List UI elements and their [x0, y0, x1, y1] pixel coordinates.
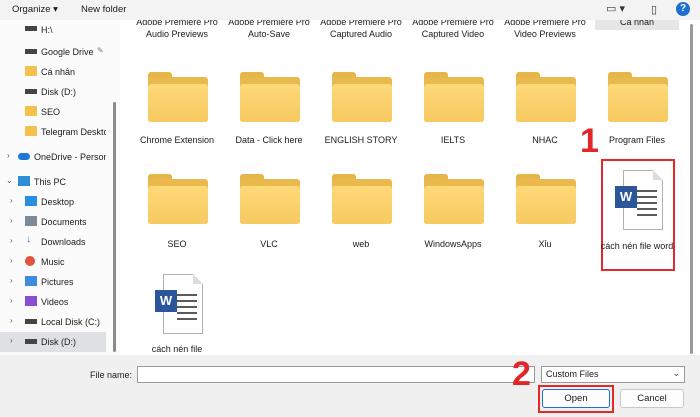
nav-item-this-pc[interactable]: ⌄ This PC [0, 172, 106, 192]
folder-icon [240, 72, 300, 122]
chevron-right-icon[interactable]: › [10, 256, 13, 265]
file-list: Adobe Premiere Pro Audio Previews Adobe … [120, 20, 685, 355]
download-icon: ↓ [26, 234, 31, 245]
chevron-right-icon[interactable]: › [10, 296, 13, 305]
folder-item[interactable]: SEO [135, 166, 219, 252]
pin-icon: ✎ [97, 46, 104, 55]
folder-item[interactable]: NHAC [503, 64, 587, 150]
view-icon[interactable]: ▭ ▾ [606, 2, 625, 15]
word-document-icon: W [615, 170, 663, 230]
chevron-right-icon[interactable]: › [10, 216, 13, 225]
content-scroll-thumb[interactable] [690, 24, 693, 354]
folder-icon [148, 174, 208, 224]
folder-item[interactable]: ENGLISH STORY [319, 64, 403, 150]
nav-item-disk-d[interactable]: Disk (D:) [0, 82, 106, 102]
folder-item[interactable]: Program Files [595, 64, 679, 150]
folder-icon [25, 126, 37, 136]
folder-label-selected[interactable]: Cá nhân [595, 20, 679, 30]
nav-item-videos[interactable]: › Videos [0, 292, 106, 312]
nav-item-downloads[interactable]: › ↓ Downloads [0, 232, 106, 252]
chevron-down-icon[interactable]: ⌄ [6, 176, 13, 185]
file-type-select[interactable]: Custom Files ⌄ [541, 366, 685, 383]
navigation-pane: H:\ Google Drive ✎ Cá nhân Disk (D:) SEO… [0, 20, 110, 355]
step-number-1: 1 [580, 122, 599, 160]
folder-label[interactable]: Adobe Premiere Pro Video Previews [503, 20, 587, 40]
open-button[interactable]: Open [542, 389, 610, 408]
folder-item[interactable]: web [319, 166, 403, 252]
toolbar: Organize ▾ New folder ▭ ▾ ▯ ? [0, 0, 700, 20]
music-icon [25, 256, 35, 266]
nav-scroll-thumb[interactable] [113, 102, 116, 352]
desktop-icon [25, 196, 37, 206]
nav-scrollbar[interactable] [110, 20, 120, 355]
word-file-item[interactable]: W cách nén file [135, 270, 219, 355]
chevron-right-icon[interactable]: › [7, 151, 10, 160]
documents-icon [25, 216, 37, 226]
nav-item-desktop[interactable]: › Desktop [0, 192, 106, 212]
folder-icon [25, 106, 37, 116]
chevron-right-icon[interactable]: › [10, 276, 13, 285]
folder-icon [516, 174, 576, 224]
word-file-item[interactable]: W cách nén file word [595, 166, 679, 252]
folder-label[interactable]: Adobe Premiere Pro Auto-Save [227, 20, 311, 40]
folder-item[interactable]: Chrome Extension [135, 64, 219, 150]
nav-item-pictures[interactable]: › Pictures [0, 272, 106, 292]
help-icon[interactable]: ? [676, 2, 690, 16]
folder-label[interactable]: Adobe Premiere Pro Captured Video [411, 20, 495, 40]
folder-item[interactable]: VLC [227, 166, 311, 252]
folder-icon [240, 174, 300, 224]
nav-item-telegram-desktop[interactable]: Telegram Desktop [0, 122, 106, 142]
folder-icon [25, 66, 37, 76]
nav-item-seo[interactable]: SEO [0, 102, 106, 122]
word-document-icon: W [155, 274, 203, 334]
folder-icon [608, 72, 668, 122]
nav-item-h-drive[interactable]: H:\ [0, 20, 106, 40]
new-folder-button[interactable]: New folder [81, 4, 126, 15]
organize-menu[interactable]: Organize ▾ [12, 4, 58, 15]
folder-item[interactable]: WindowsApps [411, 166, 495, 252]
nav-item-documents[interactable]: › Documents [0, 212, 106, 232]
chevron-right-icon[interactable]: › [10, 316, 13, 325]
pictures-icon [25, 276, 37, 286]
drive-icon [25, 339, 37, 344]
folder-label[interactable]: Adobe Premiere Pro Audio Previews [135, 20, 219, 40]
nav-item-local-disk-c[interactable]: › Local Disk (C:) [0, 312, 106, 332]
content-scrollbar[interactable] [685, 20, 700, 355]
drive-icon [25, 89, 37, 94]
folder-icon [424, 174, 484, 224]
nav-item-music[interactable]: › Music [0, 252, 106, 272]
file-name-input[interactable] [137, 366, 535, 383]
folder-icon [516, 72, 576, 122]
drive-icon [25, 49, 37, 54]
chevron-right-icon[interactable]: › [10, 236, 13, 245]
folder-icon [148, 72, 208, 122]
cancel-button[interactable]: Cancel [620, 389, 684, 408]
folder-item[interactable]: Data - Click here [227, 64, 311, 150]
step-number-2: 2 [512, 355, 531, 393]
chevron-down-icon: ⌄ [672, 368, 680, 378]
nav-item-disk-d-selected[interactable]: › Disk (D:) [0, 332, 106, 352]
nav-item-ca-nhan[interactable]: Cá nhân [0, 62, 106, 82]
cloud-icon [18, 153, 30, 160]
drive-icon [25, 319, 37, 324]
folder-icon [332, 72, 392, 122]
pc-icon [18, 176, 30, 186]
folder-icon [424, 72, 484, 122]
folder-item[interactable]: Xỉu [503, 166, 587, 252]
file-name-label: File name: [90, 370, 133, 380]
drive-icon [25, 26, 37, 31]
chevron-right-icon[interactable]: › [10, 196, 13, 205]
videos-icon [25, 296, 37, 306]
preview-pane-icon[interactable]: ▯ [651, 3, 657, 16]
folder-icon [332, 174, 392, 224]
nav-item-onedrive[interactable]: › OneDrive - Personal [0, 147, 106, 167]
folder-item[interactable]: IELTS [411, 64, 495, 150]
folder-label[interactable]: Adobe Premiere Pro Captured Audio [319, 20, 403, 40]
nav-item-google-drive[interactable]: Google Drive ✎ [0, 42, 106, 62]
chevron-right-icon[interactable]: › [10, 336, 13, 345]
